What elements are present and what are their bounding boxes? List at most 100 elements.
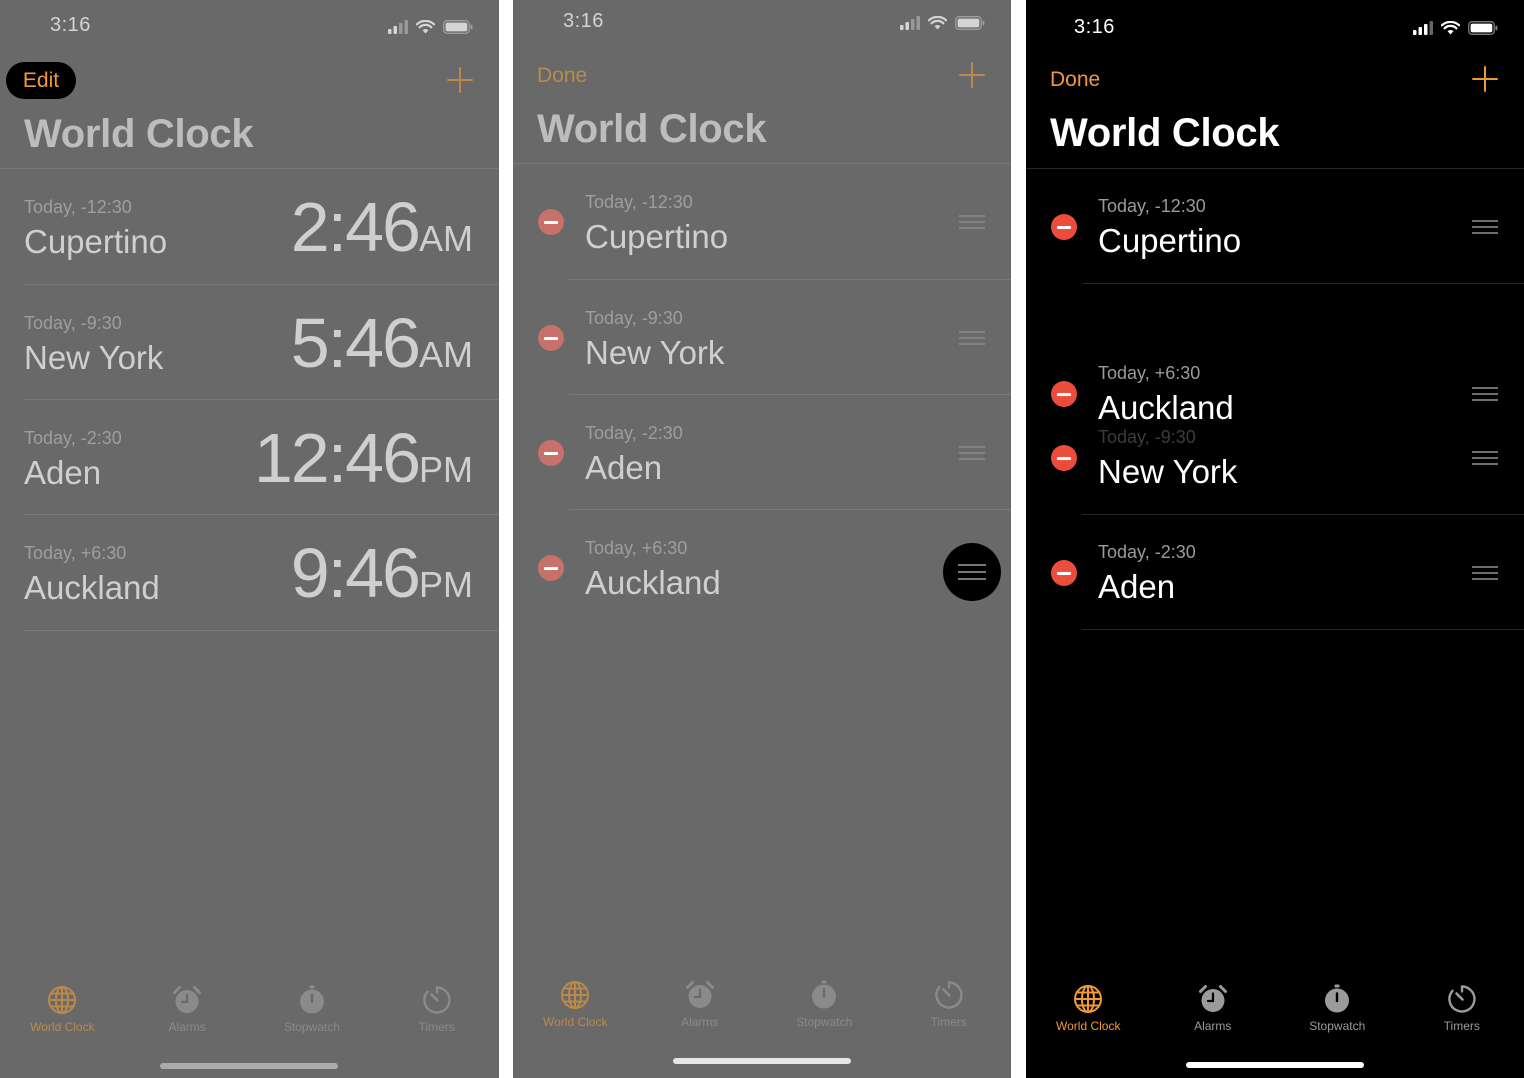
tab-stopwatch[interactable]: Stopwatch — [257, 985, 367, 1034]
add-city-button[interactable] — [959, 62, 985, 88]
time-offset: Today, -2:30 — [585, 423, 683, 443]
city-name: New York — [1098, 453, 1238, 490]
city-row-cupertino[interactable]: Today, -12:30 Cupertino — [1026, 169, 1524, 284]
city-time-ampm: PM — [419, 449, 473, 490]
city-row-new-york[interactable]: Today, -9:30 New York 5:46AM — [0, 285, 499, 400]
status-time: 3:16 — [1074, 16, 1115, 38]
edit-button[interactable]: Edit — [6, 62, 76, 99]
delete-city-button[interactable] — [1051, 560, 1077, 586]
home-indicator — [673, 1058, 851, 1064]
tab-bar: World Clock Alarms Stopwatch Timers — [1026, 984, 1524, 1033]
alarm-clock-icon — [1198, 985, 1227, 1012]
tab-alarms[interactable]: Alarms — [132, 985, 242, 1034]
city-name: New York — [24, 339, 164, 376]
city-row-cupertino[interactable]: Today, -12:30 Cupertino 2:46AM — [0, 169, 499, 284]
tab-world-clock[interactable]: World Clock — [520, 980, 630, 1029]
cellular-signal-icon — [1413, 21, 1433, 35]
tab-stopwatch[interactable]: Stopwatch — [1282, 984, 1392, 1033]
tab-timers[interactable]: Timers — [1407, 984, 1517, 1033]
tab-timers[interactable]: Timers — [894, 980, 1004, 1029]
reorder-handle-icon[interactable] — [1472, 566, 1498, 580]
time-offset: Today, -9:30 — [24, 313, 122, 333]
city-row-aden[interactable]: Today, -2:30 Aden 12:46PM — [0, 400, 499, 515]
city-row-auckland[interactable]: Today, +6:30 Auckland — [513, 510, 1011, 625]
city-row-auckland[interactable]: Today, +6:30 Auckland 9:46PM — [0, 515, 499, 630]
time-offset: Today, +6:30 — [24, 543, 127, 563]
tab-label: Timers — [930, 1015, 967, 1029]
add-city-button[interactable] — [447, 67, 473, 93]
stopwatch-icon — [299, 985, 324, 1014]
status-time: 3:16 — [50, 14, 91, 36]
time-offset: Today, -2:30 — [1098, 542, 1196, 562]
reorder-handle-icon[interactable] — [959, 215, 985, 229]
battery-icon — [1468, 21, 1498, 35]
tab-world-clock[interactable]: World Clock — [7, 985, 117, 1034]
divider — [1082, 283, 1524, 284]
tab-label: World Clock — [1056, 1019, 1121, 1033]
tab-bar: World Clock Alarms Stopwatch Timers — [0, 985, 499, 1034]
page-title: World Clock — [24, 112, 254, 156]
city-time: 2:46AM — [291, 187, 473, 267]
delete-city-button[interactable] — [538, 555, 564, 581]
delete-city-button[interactable] — [538, 440, 564, 466]
delete-city-button[interactable] — [538, 209, 564, 235]
city-name: Auckland — [585, 564, 721, 601]
tab-world-clock[interactable]: World Clock — [1033, 984, 1143, 1033]
city-name: Cupertino — [24, 223, 168, 260]
tab-alarms[interactable]: Alarms — [1158, 984, 1268, 1033]
time-offset: Today, -12:30 — [585, 192, 693, 212]
stopwatch-icon — [812, 980, 837, 1009]
city-name: Cupertino — [1098, 222, 1242, 259]
battery-icon — [955, 16, 985, 30]
tab-label: Timers — [1443, 1019, 1480, 1033]
city-time-digits: 9:46 — [290, 534, 421, 612]
globe-icon — [48, 986, 77, 1014]
city-name: New York — [585, 334, 725, 371]
screen-edit-mode-dimmed: 3:16 Done World Clock Today, -12:30 Cupe… — [513, 0, 1011, 1078]
home-indicator — [160, 1063, 338, 1069]
city-time-digits: 12:46 — [253, 419, 421, 497]
alarm-clock-icon — [685, 981, 714, 1008]
city-time-ampm: PM — [419, 564, 473, 605]
done-button[interactable]: Done — [537, 64, 587, 88]
timer-icon — [934, 981, 963, 1009]
delete-city-button[interactable] — [538, 325, 564, 351]
divider — [24, 630, 499, 631]
time-offset: Today, -9:30 — [1098, 427, 1196, 447]
status-icons — [1413, 19, 1498, 37]
city-row-cupertino[interactable]: Today, -12:30 Cupertino — [513, 164, 1011, 279]
reorder-handle-icon[interactable] — [1472, 451, 1498, 465]
home-indicator — [1186, 1062, 1364, 1068]
city-time-ampm: AM — [419, 218, 473, 259]
reorder-handle-icon[interactable] — [1472, 387, 1498, 401]
status-time: 3:16 — [563, 10, 604, 32]
city-row-aden[interactable]: Today, -2:30 Aden — [1026, 515, 1524, 630]
city-row-new-york[interactable]: Today, -9:30 New York — [513, 280, 1011, 395]
delete-city-button[interactable] — [1051, 381, 1077, 407]
tab-label: World Clock — [543, 1015, 608, 1029]
reorder-handle-icon[interactable] — [1472, 220, 1498, 234]
city-name: Aden — [1098, 568, 1176, 605]
tab-alarms[interactable]: Alarms — [645, 980, 755, 1029]
reorder-handle-icon[interactable] — [959, 331, 985, 345]
city-time-digits: 2:46 — [290, 188, 421, 266]
city-row-auckland-dragging[interactable]: Today, +6:30 Auckland — [1026, 336, 1524, 426]
reorder-handle-highlight[interactable] — [943, 543, 1001, 601]
tab-timers[interactable]: Timers — [382, 985, 492, 1034]
tab-label: Timers — [418, 1020, 455, 1034]
globe-icon — [1074, 985, 1103, 1013]
city-name: Cupertino — [585, 218, 729, 255]
timer-icon — [1447, 985, 1476, 1013]
done-button[interactable]: Done — [1050, 68, 1100, 92]
reorder-handle-icon[interactable] — [959, 446, 985, 460]
cellular-signal-icon — [900, 16, 920, 30]
tab-stopwatch[interactable]: Stopwatch — [769, 980, 879, 1029]
add-city-button[interactable] — [1472, 66, 1498, 92]
city-time: 12:46PM — [254, 418, 473, 498]
city-row-aden[interactable]: Today, -2:30 Aden — [513, 395, 1011, 510]
delete-city-button[interactable] — [1051, 445, 1077, 471]
page-title: World Clock — [537, 107, 767, 151]
battery-icon — [443, 20, 473, 34]
delete-city-button[interactable] — [1051, 214, 1077, 240]
city-name: Aden — [585, 449, 663, 486]
